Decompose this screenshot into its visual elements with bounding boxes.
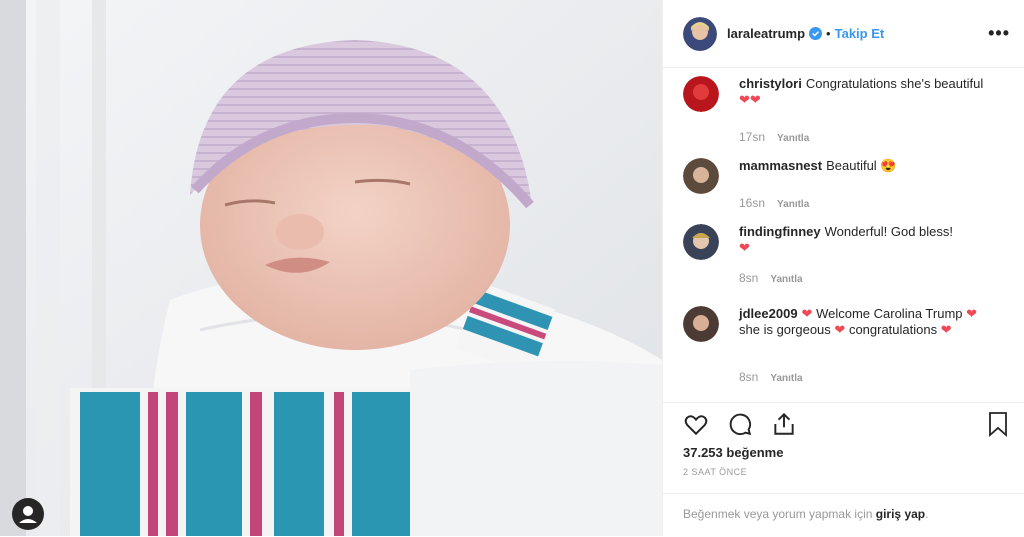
comment-item: mammasnest Beautiful 😍 16sn Yanıtla — [683, 158, 1003, 210]
newborn-photo — [0, 0, 662, 536]
post-header: laraleatrump • Takip Et ••• — [663, 0, 1024, 68]
action-icons — [683, 411, 797, 437]
comment-meta: 17sn Yanıtla — [739, 130, 809, 144]
verified-icon — [809, 27, 823, 40]
comment-item: jdlee2009 ❤ Welcome Carolina Trump ❤ she … — [683, 306, 1003, 396]
author-avatar[interactable] — [683, 16, 717, 51]
reply-button[interactable]: Yanıtla — [777, 199, 809, 210]
follow-button[interactable]: Takip Et — [835, 26, 885, 41]
post-sidebar: laraleatrump • Takip Et ••• christylori C… — [662, 0, 1024, 536]
comment-body: Congratulations she's beautiful — [805, 76, 984, 91]
comment-username[interactable]: jdlee2009 — [739, 306, 798, 321]
comment-text: jdlee2009 ❤ Welcome Carolina Trump ❤ she … — [739, 306, 978, 337]
author-username[interactable]: laraleatrump — [727, 26, 805, 41]
likes-count[interactable]: 37.253 beğenme — [683, 445, 783, 460]
comment-meta: 16sn Yanıtla — [739, 196, 809, 210]
reply-button[interactable]: Yanıtla — [770, 373, 802, 384]
comment-text: christylori Congratulations she's beautif… — [739, 76, 994, 108]
bookmark-icon[interactable] — [986, 411, 1010, 437]
profile-icon[interactable] — [12, 498, 44, 530]
comment-item: christylori Congratulations she's beautif… — [683, 76, 1003, 146]
comment-avatar[interactable] — [683, 224, 719, 260]
comment-item: findingfinney Wonderful! God bless! ❤ 8sn… — [683, 224, 1003, 294]
separator-dot: • — [826, 26, 831, 41]
comment-body: Wonderful! God bless! — [824, 224, 953, 239]
heart-emoji: ❤ — [739, 240, 750, 255]
post-photo[interactable] — [0, 0, 662, 536]
comment-time: 8sn — [739, 271, 759, 285]
comment-avatar[interactable] — [683, 306, 719, 342]
login-link[interactable]: giriş yap — [876, 507, 925, 521]
login-text: Beğenmek veya yorum yapmak için — [683, 507, 873, 521]
comment-time: 16sn — [739, 196, 766, 210]
comment-text: mammasnest Beautiful 😍 — [739, 158, 994, 174]
comment-body: Beautiful — [826, 158, 877, 173]
share-icon[interactable] — [771, 411, 797, 437]
comment-username[interactable]: christylori — [739, 76, 802, 91]
post-time[interactable]: 2 SAAT ÖNCE — [683, 467, 747, 477]
heart-icon[interactable] — [683, 411, 709, 437]
login-prompt: Beğenmek veya yorum yapmak için giriş ya… — [663, 493, 1024, 537]
reply-button[interactable]: Yanıtla — [770, 274, 802, 285]
comment-meta: 8sn Yanıtla — [739, 271, 803, 285]
comment-avatar[interactable] — [683, 158, 719, 194]
comment-text: findingfinney Wonderful! God bless! ❤ — [739, 224, 994, 256]
comment-avatar[interactable] — [683, 76, 719, 112]
comment-username[interactable]: findingfinney — [739, 224, 821, 239]
comment-username[interactable]: mammasnest — [739, 158, 822, 173]
comment-time: 17sn — [739, 130, 766, 144]
emoji: 😍 — [880, 158, 897, 173]
post-actions: 37.253 beğenme 2 SAAT ÖNCE Beğenmek veya… — [663, 402, 1024, 536]
comment-icon[interactable] — [727, 411, 753, 437]
heart-emoji: ❤❤ — [739, 92, 761, 107]
comment-meta: 8sn Yanıtla — [739, 370, 803, 384]
more-icon[interactable]: ••• — [988, 23, 1010, 44]
comment-time: 8sn — [739, 370, 759, 384]
reply-button[interactable]: Yanıtla — [777, 133, 809, 144]
